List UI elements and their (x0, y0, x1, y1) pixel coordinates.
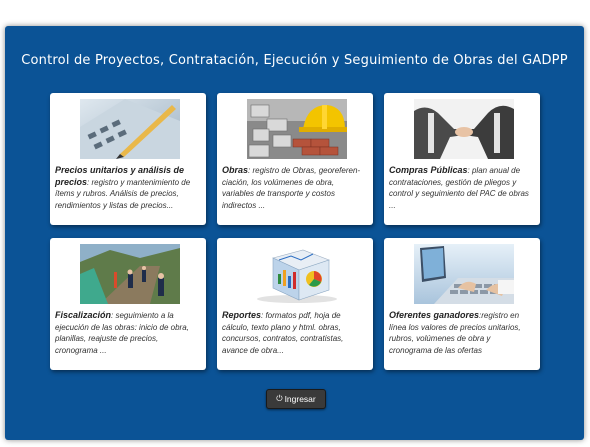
module-card-precios[interactable]: Precios unitarios y análisis de precios:… (50, 93, 206, 225)
power-icon: ⏻ (276, 394, 283, 403)
page-title: Control de Proyectos, Contratación, Ejec… (21, 53, 568, 68)
module-title: Fiscalización (55, 310, 112, 320)
module-card-oferentes[interactable]: Oferentes ganadores:registro en línea lo… (384, 238, 540, 370)
module-title: Compras Públicas (389, 165, 468, 175)
module-text: Fiscalización: seguimiento a la ejecució… (55, 310, 199, 356)
keyboard-typing-image (414, 244, 514, 304)
module-title: Oferentes ganadores (389, 310, 480, 320)
module-text: Oferentes ganadores:registro en línea lo… (389, 310, 533, 356)
construction-helmet-image (247, 99, 347, 159)
road-workers-image (80, 244, 180, 304)
ingresar-button-label: Ingresar (284, 394, 316, 404)
handshake-image (414, 99, 514, 159)
module-title: Obras (222, 165, 249, 175)
module-card-fiscalizacion[interactable]: Fiscalización: seguimiento a la ejecució… (50, 238, 206, 370)
calculator-pencil-image (80, 99, 180, 159)
module-card-compras[interactable]: Compras Públicas: plan anual de contrata… (384, 93, 540, 225)
module-text: Reportes: formatos pdf, hoja de cálculo,… (222, 310, 366, 356)
module-card-reportes[interactable]: Reportes: formatos pdf, hoja de cálculo,… (217, 238, 373, 370)
main-panel: Control de Proyectos, Contratación, Ejec… (5, 26, 584, 440)
module-text: Obras: registro de Obras, georeferen-cia… (222, 165, 366, 211)
module-title: Reportes (222, 310, 262, 320)
module-text: Compras Públicas: plan anual de contrata… (389, 165, 533, 211)
module-card-obras[interactable]: Obras: registro de Obras, georeferen-cia… (217, 93, 373, 225)
report-cube-image (247, 244, 347, 304)
ingresar-button[interactable]: ⏻ Ingresar (266, 389, 326, 409)
module-text: Precios unitarios y análisis de precios:… (55, 165, 199, 211)
